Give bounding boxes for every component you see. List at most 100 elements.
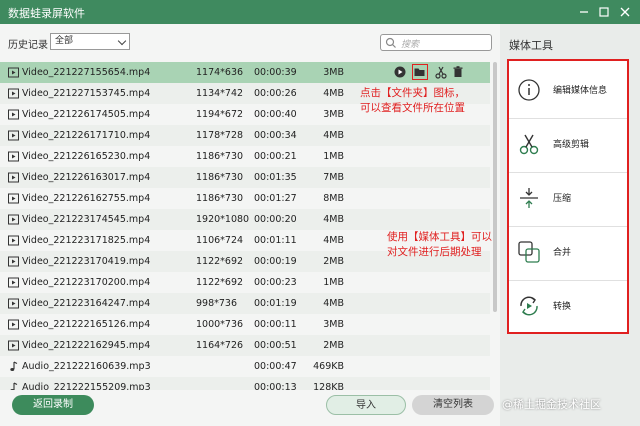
- tool-compress[interactable]: 压缩: [509, 172, 627, 222]
- filter-bar: 历史记录 全部 搜索: [0, 24, 500, 60]
- chevron-down-icon: [117, 36, 127, 46]
- video-file-icon: [8, 298, 19, 312]
- file-duration: 00:00:21: [254, 151, 297, 162]
- search-input[interactable]: 搜索: [380, 34, 492, 51]
- file-name: Video_221223164247.mp4: [22, 298, 151, 309]
- folder-annotation: 点击【文件夹】图标， 可以查看文件所在位置: [360, 86, 465, 116]
- merge-icon: [518, 241, 540, 263]
- audio-file-icon: [8, 361, 19, 375]
- file-name: Audio_221222155209.mp3: [22, 382, 151, 390]
- title-bar: 数据蛙录屏软件: [0, 0, 640, 24]
- file-duration: 00:00:47: [254, 361, 297, 372]
- file-duration: 00:01:19: [254, 298, 297, 309]
- video-file-icon: [8, 172, 19, 186]
- file-size: 4MB: [323, 235, 344, 246]
- file-row[interactable]: Video_221226165230.mp4 1186*730 00:00:21 1M…: [0, 146, 490, 167]
- media-tools-panel: 编辑媒体信息 高级剪辑 压缩 合并 转换: [507, 59, 629, 334]
- file-row[interactable]: Video_221227155654.mp4 1174*636 00:00:39 3M…: [0, 62, 490, 83]
- folder-icon: [414, 68, 425, 76]
- file-size: 1MB: [323, 277, 344, 288]
- file-row[interactable]: Video_221222165126.mp4 1000*736 00:00:11 3M…: [0, 314, 490, 335]
- tool-label: 压缩: [553, 194, 572, 204]
- window-title: 数据蛙录屏软件: [8, 7, 85, 20]
- file-resolution: 1106*724: [196, 235, 244, 246]
- tool-advanced-cut[interactable]: 高级剪辑: [509, 118, 627, 168]
- file-resolution: 1134*742: [196, 88, 244, 99]
- file-duration: 00:00:26: [254, 88, 297, 99]
- delete-button[interactable]: [450, 64, 466, 80]
- search-placeholder: 搜索: [401, 40, 420, 50]
- file-resolution: 1194*672: [196, 109, 244, 120]
- file-duration: 00:01:11: [254, 235, 297, 246]
- tool-merge[interactable]: 合并: [509, 226, 627, 276]
- video-file-icon: [8, 130, 19, 144]
- file-row[interactable]: Video_221223170200.mp4 1122*692 00:00:23 1M…: [0, 272, 490, 293]
- minimize-icon: [580, 11, 588, 13]
- play-button[interactable]: [392, 64, 408, 80]
- file-size: 4MB: [323, 214, 344, 225]
- file-duration: 00:00:39: [254, 67, 297, 78]
- folder-annotation-line1: 点击【文件夹】图标，: [360, 87, 465, 99]
- open-folder-button[interactable]: [412, 64, 428, 80]
- file-resolution: 1000*736: [196, 319, 244, 330]
- back-to-record-button[interactable]: 返回录制: [12, 395, 94, 415]
- file-name: Video_221227153745.mp4: [22, 88, 151, 99]
- video-file-icon: [8, 151, 19, 165]
- video-file-icon: [8, 67, 19, 81]
- scrollbar-thumb[interactable]: [493, 62, 497, 312]
- scrollbar[interactable]: [492, 60, 498, 390]
- file-resolution: 1186*730: [196, 172, 244, 183]
- file-name: Video_221223171825.mp4: [22, 235, 151, 246]
- play-icon: [394, 66, 406, 78]
- file-duration: 00:01:27: [254, 193, 297, 204]
- cut-button[interactable]: [433, 64, 449, 80]
- file-duration: 00:01:35: [254, 172, 297, 183]
- file-name: Video_221222162945.mp4: [22, 340, 151, 351]
- audio-file-icon: [8, 382, 19, 390]
- video-file-icon: [8, 214, 19, 228]
- video-file-icon: [8, 88, 19, 102]
- file-row[interactable]: Video_221226171710.mp4 1178*728 00:00:34 4M…: [0, 125, 490, 146]
- clear-list-button[interactable]: 清空列表: [412, 395, 494, 415]
- file-duration: 00:00:34: [254, 130, 297, 141]
- file-size: 4MB: [323, 88, 344, 99]
- video-file-icon: [8, 277, 19, 291]
- file-resolution: 1186*730: [196, 151, 244, 162]
- close-button[interactable]: [617, 4, 633, 20]
- file-row[interactable]: Audio_221222160639.mp3 00:00:47 469KB: [0, 356, 490, 377]
- main-area: 历史记录 全部 搜索 Video_221227155654.mp4 1174*63…: [0, 24, 500, 426]
- close-icon: [620, 7, 630, 17]
- file-duration: 00:00:11: [254, 319, 297, 330]
- file-resolution: 1186*730: [196, 193, 244, 204]
- file-name: Video_221226174505.mp4: [22, 109, 151, 120]
- info-icon: [518, 79, 540, 101]
- video-file-icon: [8, 235, 19, 249]
- maximize-button[interactable]: [596, 4, 612, 20]
- compress-icon: [520, 188, 538, 208]
- file-size: 3MB: [323, 67, 344, 78]
- file-row[interactable]: Audio_221222155209.mp3 00:00:13 128KB: [0, 377, 490, 390]
- minimize-button[interactable]: [576, 4, 592, 20]
- file-row[interactable]: Video_221223164247.mp4 998*736 00:01:19 4MB: [0, 293, 490, 314]
- tool-label: 转换: [553, 302, 572, 312]
- file-resolution: 1920*1080: [196, 214, 250, 225]
- video-file-icon: [8, 340, 19, 354]
- trash-icon: [453, 66, 463, 77]
- file-row[interactable]: Video_221222162945.mp4 1164*726 00:00:51 2M…: [0, 335, 490, 356]
- import-button[interactable]: 导入: [326, 395, 406, 415]
- tool-label: 合并: [553, 248, 572, 258]
- tool-convert[interactable]: 转换: [509, 280, 627, 330]
- file-size: 4MB: [323, 130, 344, 141]
- history-filter-select[interactable]: 全部: [50, 33, 130, 50]
- file-row[interactable]: Video_221223174545.mp4 1920*1080 00:00:20 4…: [0, 209, 490, 230]
- scissors-icon: [435, 66, 447, 79]
- file-name: Audio_221222160639.mp3: [22, 361, 151, 372]
- file-resolution: 1122*692: [196, 277, 244, 288]
- file-name: Video_221223170200.mp4: [22, 277, 151, 288]
- file-resolution: 1178*728: [196, 130, 244, 141]
- file-name: Video_221223170419.mp4: [22, 256, 151, 267]
- tool-edit-media-info[interactable]: 编辑媒体信息: [509, 65, 627, 115]
- file-row[interactable]: Video_221226163017.mp4 1186*730 00:01:35 7M…: [0, 167, 490, 188]
- folder-annotation-line2: 可以查看文件所在位置: [360, 102, 465, 114]
- file-row[interactable]: Video_221226162755.mp4 1186*730 00:01:27 8M…: [0, 188, 490, 209]
